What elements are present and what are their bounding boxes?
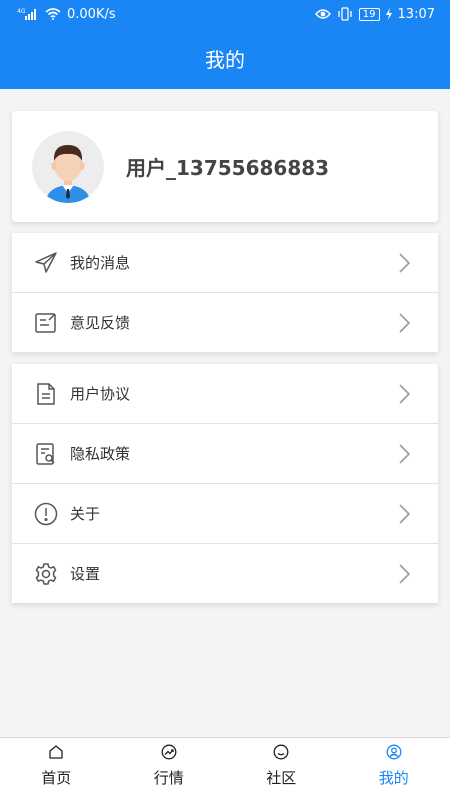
tab-label: 行情 [153,769,184,787]
menu-item-label: 设置 [70,565,101,583]
chevron-right-icon [392,311,416,335]
username: 用户_13755686883 [126,156,330,180]
clock-time: 13:07 [397,6,435,22]
chevron-right-icon [392,502,416,526]
eye-icon [314,8,331,20]
menu-item-my-messages[interactable]: 我的消息 [12,233,438,293]
vibrate-icon [337,7,353,21]
document-icon [34,382,58,406]
tab-market[interactable]: 行情 [113,738,226,800]
smile-icon [273,744,289,760]
info-exclamation-icon [34,502,58,526]
menu-item-label: 隐私政策 [70,445,131,463]
paper-plane-icon [34,251,58,275]
chevron-right-icon [392,382,416,406]
menu-item-privacy-policy[interactable]: 隐私政策 [12,424,438,484]
menu-item-user-agreement[interactable]: 用户协议 [12,364,438,424]
tab-home[interactable]: 首页 [0,738,113,800]
tab-community[interactable]: 社区 [225,738,338,800]
tab-label: 社区 [266,769,297,787]
avatar[interactable] [32,130,104,203]
menu-item-about[interactable]: 关于 [12,484,438,544]
charging-icon [385,8,392,20]
status-bar: 4G 0.00K/s 19 13:07 [0,0,450,28]
menu-item-label: 用户协议 [70,385,131,403]
chevron-right-icon [392,251,416,275]
app-header: 4G 0.00K/s 19 13:07 我的 [0,0,450,89]
network-speed: 0.00K/s [67,6,116,22]
chevron-right-icon [392,562,416,586]
feedback-edit-icon [34,311,58,335]
wifi-icon [45,8,61,20]
menu-item-feedback[interactable]: 意见反馈 [12,293,438,352]
trend-icon [161,744,177,760]
menu-item-label: 意见反馈 [70,314,131,332]
gear-icon [34,562,58,586]
menu-item-settings[interactable]: 设置 [12,544,438,603]
menu-item-label: 关于 [70,505,101,523]
cell-signal-icon: 4G [17,8,39,20]
user-icon [386,744,402,760]
menu-item-label: 我的消息 [70,254,131,272]
menu-group-messages: 我的消息 意见反馈 [12,233,438,352]
page-title: 我的 [205,48,245,72]
bottom-tab-bar: 首页 行情 社区 我的 [0,737,450,800]
tab-label: 首页 [41,769,72,787]
home-icon [48,744,64,760]
profile-card[interactable]: 用户_13755686883 [12,111,438,222]
privacy-document-icon [34,442,58,466]
svg-text:4G: 4G [17,8,26,15]
tab-label: 我的 [378,769,409,787]
chevron-right-icon [392,442,416,466]
tab-mine[interactable]: 我的 [338,738,450,800]
menu-group-info: 用户协议 隐私政策 关于 设置 [12,364,438,603]
battery-level: 19 [358,7,380,21]
